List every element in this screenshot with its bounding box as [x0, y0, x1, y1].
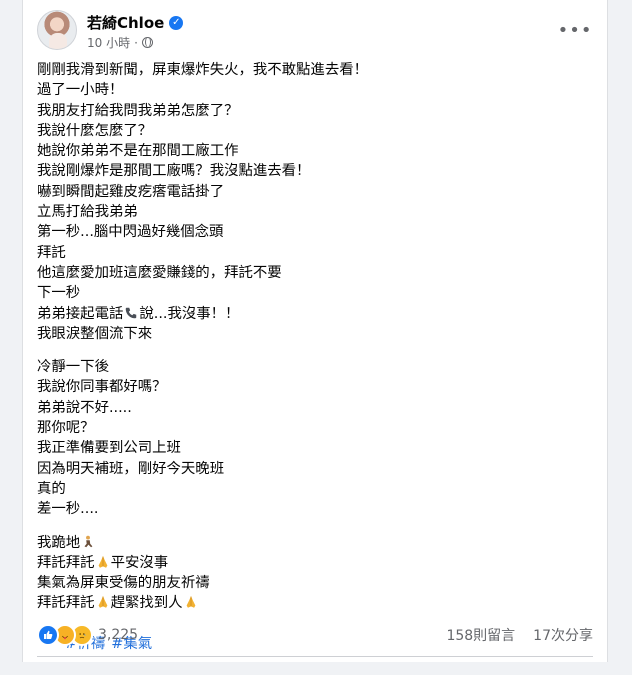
post-line-phone: 弟弟接起電話 說...我沒事！！: [37, 304, 597, 324]
post-text-line: 嚇到瞬間起雞皮疙瘩電話掛了: [37, 183, 225, 200]
footer-divider: [37, 656, 593, 657]
post-text-line: 剛剛我滑到新聞，屏東爆炸失火，我不敢點進去看！: [37, 62, 368, 78]
folded-hands-icon: [98, 596, 107, 609]
folded-hands-icon: [186, 596, 195, 609]
post-text-line: 差一秒....: [37, 501, 99, 518]
post-paragraph-1: 剛剛我滑到新聞，屏東爆炸失火，我不敢點進去看！ 過了一小時！ 我朋友打給我問我弟弟怎…: [37, 60, 597, 304]
post-line-kneel-text: 我跪地: [37, 534, 81, 551]
post-line-pray-1-start: 拜託拜託: [37, 554, 95, 571]
post-text-line: 弟弟說不好.....: [37, 399, 132, 416]
post-text-line: 拜託: [37, 244, 66, 261]
post-text-line: 那你呢？: [37, 420, 95, 437]
post-line-pray-1-end: 平安沒事: [110, 554, 169, 571]
post-text-line: 我正準備要到公司上班: [37, 440, 181, 457]
post-body: 剛剛我滑到新聞，屏東爆炸失火，我不敢點進去看！ 過了一小時！ 我朋友打給我問我弟弟怎…: [37, 60, 597, 652]
post-line-phone-start: 弟弟接起電話: [37, 305, 124, 322]
post-line-pray-3-start: 拜託拜託: [37, 595, 95, 612]
post-line-kneel: 我跪地: [37, 533, 597, 553]
meta-separator: ·: [134, 35, 138, 50]
shares-link[interactable]: 17次分享: [533, 625, 593, 645]
post-timestamp[interactable]: 10 小時: [87, 34, 130, 51]
post-text-line: 過了一小時！: [37, 82, 124, 99]
comments-link[interactable]: 158則留言: [446, 625, 515, 645]
post-text-line: 她說你弟弟不是在那間工廠工作: [37, 143, 239, 160]
post-text-line: 立馬打給我弟弟: [37, 204, 138, 221]
post-line-pray-3-end: 趕緊找到人: [110, 595, 183, 612]
post-meta: 10 小時 ·: [87, 34, 153, 51]
post-line-tears: 我眼淚整個流下來: [37, 325, 153, 342]
globe-icon[interactable]: [141, 37, 153, 48]
post-text-line: 我說剛爆炸是那間工廠嗎？我沒點進去看！: [37, 163, 311, 180]
post-text-line: 因為明天補班，剛好今天晚班: [37, 460, 225, 477]
verified-badge-icon: ✓: [169, 15, 184, 30]
author-avatar[interactable]: [37, 10, 77, 50]
kneeling-person-icon: [84, 535, 93, 547]
post-footer: 3,225 158則留言 17次分享: [37, 624, 593, 646]
reaction-count: 3,225: [98, 627, 139, 643]
post-text-line: 我說什麼怎麼了？: [37, 122, 153, 139]
folded-hands-icon: [98, 555, 107, 568]
like-icon: [37, 624, 59, 646]
post-text-line: 他這麼愛加班這麼愛賺錢的，拜託不要: [37, 264, 282, 281]
more-options-button[interactable]: •••: [558, 16, 592, 44]
more-icon: •••: [557, 19, 593, 41]
post-text-line: 冷靜一下後: [37, 359, 109, 376]
post-text-line: 第一秒...腦中閃過好幾個念頭: [37, 224, 224, 241]
post-text-line: 真的: [37, 480, 66, 497]
post-line-phone-end: 說...我沒事！！: [139, 305, 240, 322]
post-line-pray-2: 集氣為屏東受傷的朋友祈禱: [37, 575, 210, 592]
post-line-pray-3: 拜託拜託 趕緊找到人: [37, 593, 597, 613]
post-line-pray-1: 拜託拜託 平安沒事: [37, 553, 597, 573]
author-row: 若綺Chloe ✓: [87, 12, 184, 33]
post-text-line: 下一秒: [37, 285, 81, 302]
post-paragraph-2: 冷靜一下後我說你同事都好嗎？ 弟弟說不好..... 那你呢？ 我正準備要到公司上班因為…: [37, 357, 597, 519]
author-name[interactable]: 若綺Chloe: [87, 12, 164, 33]
post-card: 若綺Chloe ✓ 10 小時 · ••• 剛剛我滑到新聞，屏東爆炸失火，我不敢…: [22, 0, 608, 662]
reaction-summary[interactable]: 3,225: [37, 624, 138, 646]
post-header: 若綺Chloe ✓ 10 小時 · •••: [37, 10, 593, 54]
post-text-line: 我朋友打給我問我弟弟怎麼了？: [37, 102, 239, 119]
phone-icon: [126, 307, 137, 318]
post-text-line: 我說你同事都好嗎？: [37, 379, 167, 396]
